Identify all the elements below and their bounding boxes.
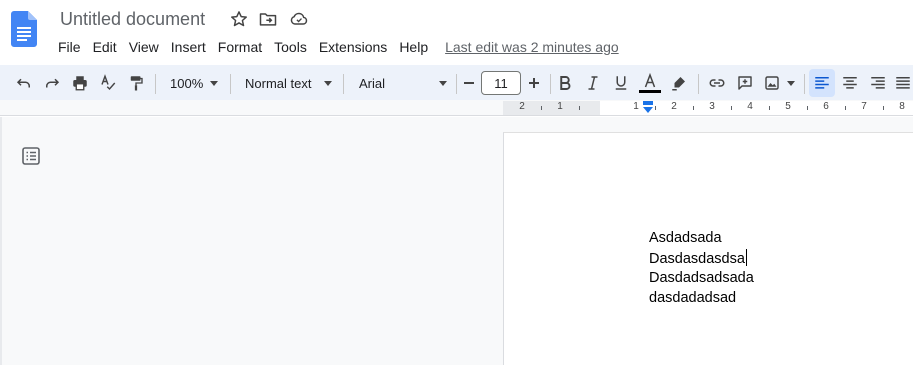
align-center-icon — [843, 77, 857, 89]
toolbar-divider — [550, 74, 551, 94]
redo-icon[interactable] — [40, 69, 64, 97]
justify-button[interactable] — [894, 69, 913, 97]
ruler-margin — [503, 101, 600, 115]
toolbar-divider — [230, 74, 231, 94]
menu-edit[interactable]: Edit — [87, 36, 123, 58]
text-line: Dasdasdasdsa — [649, 250, 745, 267]
ruler-number: 1 — [633, 101, 639, 112]
menu-view[interactable]: View — [123, 36, 165, 58]
ruler-number: 1 — [557, 101, 563, 112]
ruler-number: 3 — [709, 101, 715, 112]
ruler-tick — [883, 106, 884, 110]
text-line: Dasdadsadsada — [649, 270, 754, 286]
toolbar-divider — [456, 74, 457, 94]
ruler-tick — [693, 106, 694, 110]
ruler-number: 2 — [519, 101, 525, 112]
ruler-bar: 2 1 1 2 3 4 5 6 7 8 — [0, 100, 913, 116]
add-comment-icon[interactable] — [733, 69, 757, 97]
docs-logo-icon[interactable] — [11, 11, 37, 47]
document-outline-icon[interactable] — [20, 145, 42, 167]
align-center-button[interactable] — [838, 69, 862, 97]
star-icon[interactable] — [229, 9, 249, 29]
toolbar-divider — [155, 74, 156, 94]
menu-format[interactable]: Format — [212, 36, 268, 58]
toolbar-divider — [804, 74, 805, 94]
increase-font-size-button[interactable] — [524, 69, 544, 97]
document-title[interactable]: Untitled document — [60, 9, 205, 30]
decrease-font-size-button[interactable] — [459, 69, 479, 97]
text-line: dasdadadsad — [649, 289, 737, 306]
ruler-number: 5 — [785, 101, 791, 112]
cloud-saved-icon[interactable] — [288, 9, 308, 29]
move-folder-icon[interactable] — [258, 9, 278, 29]
highlight-color-icon[interactable] — [667, 69, 691, 97]
toolbar-divider — [698, 74, 699, 94]
ruler-number: 6 — [823, 101, 829, 112]
ruler-number: 4 — [747, 101, 753, 112]
bold-button[interactable] — [553, 69, 577, 97]
chevron-down-icon — [324, 80, 332, 86]
justify-icon — [896, 77, 910, 89]
align-right-icon — [871, 77, 885, 89]
menu-extensions[interactable]: Extensions — [313, 36, 393, 58]
chevron-down-icon — [787, 80, 795, 86]
print-icon[interactable] — [68, 69, 92, 97]
font-family-value: Arial — [359, 75, 386, 91]
ruler-tick — [579, 106, 580, 110]
align-left-icon — [815, 77, 829, 89]
indent-marker-icon[interactable] — [642, 100, 654, 114]
zoom-select[interactable]: 100% — [164, 69, 224, 97]
workspace-edge — [0, 117, 2, 365]
menu-help[interactable]: Help — [393, 36, 434, 58]
toolbar-divider — [343, 74, 344, 94]
chevron-down-icon — [439, 80, 447, 86]
ruler-tick — [731, 106, 732, 110]
insert-link-icon[interactable] — [705, 69, 729, 97]
ruler-number: 8 — [899, 101, 905, 112]
align-left-button[interactable] — [809, 69, 835, 97]
menu-tools[interactable]: Tools — [268, 36, 313, 58]
ruler-tick — [769, 106, 770, 110]
text-line-with-cursor: Dasdasdasdsa — [649, 248, 754, 270]
ruler-tick — [655, 106, 656, 110]
font-family-select[interactable]: Arial — [352, 69, 450, 97]
last-edit-link[interactable]: Last edit was 2 minutes ago — [445, 36, 619, 58]
ruler-number: 2 — [671, 101, 677, 112]
insert-image-button[interactable] — [761, 69, 797, 97]
ruler-tick — [541, 106, 542, 110]
zoom-value: 100% — [170, 75, 204, 91]
text-color-swatch — [639, 90, 661, 93]
italic-button[interactable] — [581, 69, 605, 97]
document-page[interactable]: Asdadsada Dasdasdasdsa Dasdadsadsada das… — [503, 132, 913, 365]
align-right-button[interactable] — [866, 69, 890, 97]
ruler-number: 7 — [861, 101, 867, 112]
menu-bar: File Edit View Insert Format Tools Exten… — [52, 36, 619, 58]
image-icon — [765, 76, 779, 90]
menu-insert[interactable]: Insert — [165, 36, 212, 58]
paragraph-style-value: Normal text — [245, 75, 312, 91]
menu-file[interactable]: File — [52, 36, 87, 58]
font-size-input[interactable]: 11 — [481, 71, 521, 95]
document-body[interactable]: Asdadsada Dasdasdasdsa Dasdadsadsada das… — [649, 229, 754, 308]
text-cursor — [745, 248, 748, 266]
horizontal-ruler[interactable]: 2 1 1 2 3 4 5 6 7 8 — [503, 100, 913, 116]
document-workspace: Asdadsada Dasdasdasdsa Dasdadsadsada das… — [0, 117, 913, 365]
undo-icon[interactable] — [12, 69, 36, 97]
underline-button[interactable] — [609, 69, 633, 97]
text-color-button[interactable] — [637, 69, 663, 97]
paragraph-style-select[interactable]: Normal text — [238, 69, 336, 97]
ruler-tick — [807, 106, 808, 110]
chevron-down-icon — [210, 80, 218, 86]
paint-format-icon[interactable] — [124, 69, 148, 97]
spellcheck-icon[interactable] — [96, 69, 120, 97]
text-line: Asdadsada — [649, 230, 722, 246]
header: Untitled document File Edit View Insert … — [0, 0, 913, 64]
ruler-tick — [845, 106, 846, 110]
toolbar: 100% Normal text Arial 11 — [0, 64, 913, 100]
